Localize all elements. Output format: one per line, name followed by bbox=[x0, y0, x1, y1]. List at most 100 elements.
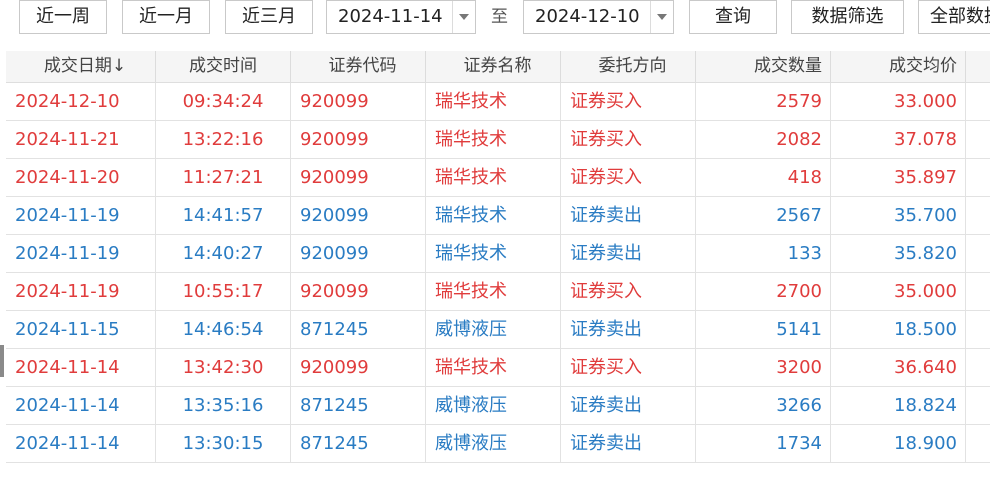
cell-quantity: 3266 bbox=[696, 387, 831, 424]
cell-trade-time: 13:30:15 bbox=[156, 425, 291, 462]
cell-avg-price: 18.500 bbox=[831, 311, 966, 348]
cell-quantity: 418 bbox=[696, 159, 831, 196]
cell-direction: 证券买入 bbox=[561, 273, 696, 310]
cell-extra bbox=[966, 121, 990, 158]
cell-security-code: 920099 bbox=[291, 83, 426, 120]
cell-security-name: 瑞华技术 bbox=[426, 83, 561, 120]
table-row[interactable]: 2024-11-14 13:30:15 871245 威博液压 证券卖出 1734 18.9… bbox=[6, 425, 990, 463]
cell-trade-date: 2024-11-14 bbox=[6, 387, 156, 424]
cell-direction: 证券卖出 bbox=[561, 387, 696, 424]
cell-trade-date: 2024-11-20 bbox=[6, 159, 156, 196]
cell-extra bbox=[966, 197, 990, 234]
cell-trade-date: 2024-11-21 bbox=[6, 121, 156, 158]
cell-trade-time: 11:27:21 bbox=[156, 159, 291, 196]
cell-trade-date: 2024-11-19 bbox=[6, 197, 156, 234]
column-header-avg-price[interactable]: 成交均价 bbox=[831, 51, 966, 82]
toolbar: 近一周 近一月 近三月 2024-11-14 至 2024-12-10 查询 数… bbox=[0, 0, 990, 44]
table-row[interactable]: 2024-11-19 14:40:27 920099 瑞华技术 证券卖出 133 35.82… bbox=[6, 235, 990, 273]
start-date-picker[interactable]: 2024-11-14 bbox=[326, 0, 476, 34]
resize-handle[interactable] bbox=[0, 345, 4, 377]
table-row[interactable]: 2024-11-21 13:22:16 920099 瑞华技术 证券买入 2082 37.0… bbox=[6, 121, 990, 159]
table-row[interactable]: 2024-11-19 14:41:57 920099 瑞华技术 证券卖出 2567 35.7… bbox=[6, 197, 990, 235]
table-body: 2024-12-10 09:34:24 920099 瑞华技术 证券买入 2579 33.0… bbox=[6, 83, 990, 463]
cell-extra bbox=[966, 273, 990, 310]
cell-trade-time: 13:35:16 bbox=[156, 387, 291, 424]
cell-avg-price: 18.824 bbox=[831, 387, 966, 424]
column-header-security-code[interactable]: 证券代码 bbox=[291, 51, 426, 82]
date-range-separator: 至 bbox=[491, 7, 508, 27]
cell-quantity: 5141 bbox=[696, 311, 831, 348]
cell-avg-price: 33.000 bbox=[831, 83, 966, 120]
cell-security-code: 920099 bbox=[291, 197, 426, 234]
cell-extra bbox=[966, 159, 990, 196]
cell-security-code: 871245 bbox=[291, 311, 426, 348]
cell-quantity: 2567 bbox=[696, 197, 831, 234]
last-three-months-button[interactable]: 近三月 bbox=[225, 0, 313, 34]
cell-trade-time: 13:42:30 bbox=[156, 349, 291, 386]
trade-records-window: 近一周 近一月 近三月 2024-11-14 至 2024-12-10 查询 数… bbox=[0, 0, 990, 483]
cell-trade-time: 14:46:54 bbox=[156, 311, 291, 348]
chevron-down-icon[interactable] bbox=[650, 1, 673, 33]
cell-security-code: 920099 bbox=[291, 349, 426, 386]
cell-quantity: 2579 bbox=[696, 83, 831, 120]
left-edge bbox=[0, 0, 5, 483]
column-header-direction[interactable]: 委托方向 bbox=[561, 51, 696, 82]
cell-direction: 证券卖出 bbox=[561, 311, 696, 348]
cell-avg-price: 35.000 bbox=[831, 273, 966, 310]
chevron-down-icon[interactable] bbox=[452, 1, 475, 33]
data-filter-button[interactable]: 数据筛选 bbox=[791, 0, 904, 34]
cell-avg-price: 36.640 bbox=[831, 349, 966, 386]
cell-avg-price: 35.897 bbox=[831, 159, 966, 196]
cell-security-name: 瑞华技术 bbox=[426, 273, 561, 310]
table-row[interactable]: 2024-12-10 09:34:24 920099 瑞华技术 证券买入 2579 33.0… bbox=[6, 83, 990, 121]
cell-trade-time: 10:55:17 bbox=[156, 273, 291, 310]
cell-trade-time: 13:22:16 bbox=[156, 121, 291, 158]
cell-security-code: 920099 bbox=[291, 159, 426, 196]
query-button[interactable]: 查询 bbox=[689, 0, 777, 34]
cell-extra bbox=[966, 387, 990, 424]
cell-direction: 证券买入 bbox=[561, 159, 696, 196]
table-row[interactable]: 2024-11-20 11:27:21 920099 瑞华技术 证券买入 418 35.89… bbox=[6, 159, 990, 197]
cell-extra bbox=[966, 235, 990, 272]
column-header-trade-time[interactable]: 成交时间 bbox=[156, 51, 291, 82]
cell-direction: 证券买入 bbox=[561, 83, 696, 120]
cell-extra bbox=[966, 311, 990, 348]
cell-trade-date: 2024-11-19 bbox=[6, 235, 156, 272]
trade-table: 成交日期↓ 成交时间 证券代码 证券名称 委托方向 成交数量 成交均价 2024… bbox=[6, 51, 990, 483]
cell-extra bbox=[966, 425, 990, 462]
cell-quantity: 2700 bbox=[696, 273, 831, 310]
start-date-value: 2024-11-14 bbox=[338, 6, 443, 27]
column-header-security-name[interactable]: 证券名称 bbox=[426, 51, 561, 82]
cell-security-name: 瑞华技术 bbox=[426, 235, 561, 272]
end-date-value: 2024-12-10 bbox=[535, 6, 640, 27]
cell-quantity: 1734 bbox=[696, 425, 831, 462]
cell-security-name: 瑞华技术 bbox=[426, 349, 561, 386]
cell-security-code: 920099 bbox=[291, 235, 426, 272]
table-row[interactable]: 2024-11-14 13:42:30 920099 瑞华技术 证券买入 3200 36.6… bbox=[6, 349, 990, 387]
cell-security-code: 920099 bbox=[291, 273, 426, 310]
column-header-trade-date[interactable]: 成交日期↓ bbox=[6, 51, 156, 82]
cell-security-name: 威博液压 bbox=[426, 425, 561, 462]
cell-quantity: 133 bbox=[696, 235, 831, 272]
table-row[interactable]: 2024-11-19 10:55:17 920099 瑞华技术 证券买入 2700 35.0… bbox=[6, 273, 990, 311]
last-month-button[interactable]: 近一月 bbox=[122, 0, 210, 34]
all-data-button[interactable]: 全部数据 bbox=[918, 0, 990, 34]
cell-security-code: 871245 bbox=[291, 425, 426, 462]
cell-trade-date: 2024-12-10 bbox=[6, 83, 156, 120]
cell-security-name: 威博液压 bbox=[426, 311, 561, 348]
column-header-quantity[interactable]: 成交数量 bbox=[696, 51, 831, 82]
cell-avg-price: 18.900 bbox=[831, 425, 966, 462]
cell-security-name: 瑞华技术 bbox=[426, 159, 561, 196]
cell-extra bbox=[966, 83, 990, 120]
cell-direction: 证券卖出 bbox=[561, 197, 696, 234]
table-row[interactable]: 2024-11-15 14:46:54 871245 威博液压 证券卖出 5141 18.5… bbox=[6, 311, 990, 349]
cell-extra bbox=[966, 349, 990, 386]
last-week-button[interactable]: 近一周 bbox=[19, 0, 107, 34]
table-row[interactable]: 2024-11-14 13:35:16 871245 威博液压 证券卖出 3266 18.8… bbox=[6, 387, 990, 425]
cell-avg-price: 35.820 bbox=[831, 235, 966, 272]
cell-direction: 证券卖出 bbox=[561, 235, 696, 272]
cell-avg-price: 37.078 bbox=[831, 121, 966, 158]
cell-trade-time: 14:40:27 bbox=[156, 235, 291, 272]
cell-trade-date: 2024-11-14 bbox=[6, 349, 156, 386]
end-date-picker[interactable]: 2024-12-10 bbox=[523, 0, 674, 34]
